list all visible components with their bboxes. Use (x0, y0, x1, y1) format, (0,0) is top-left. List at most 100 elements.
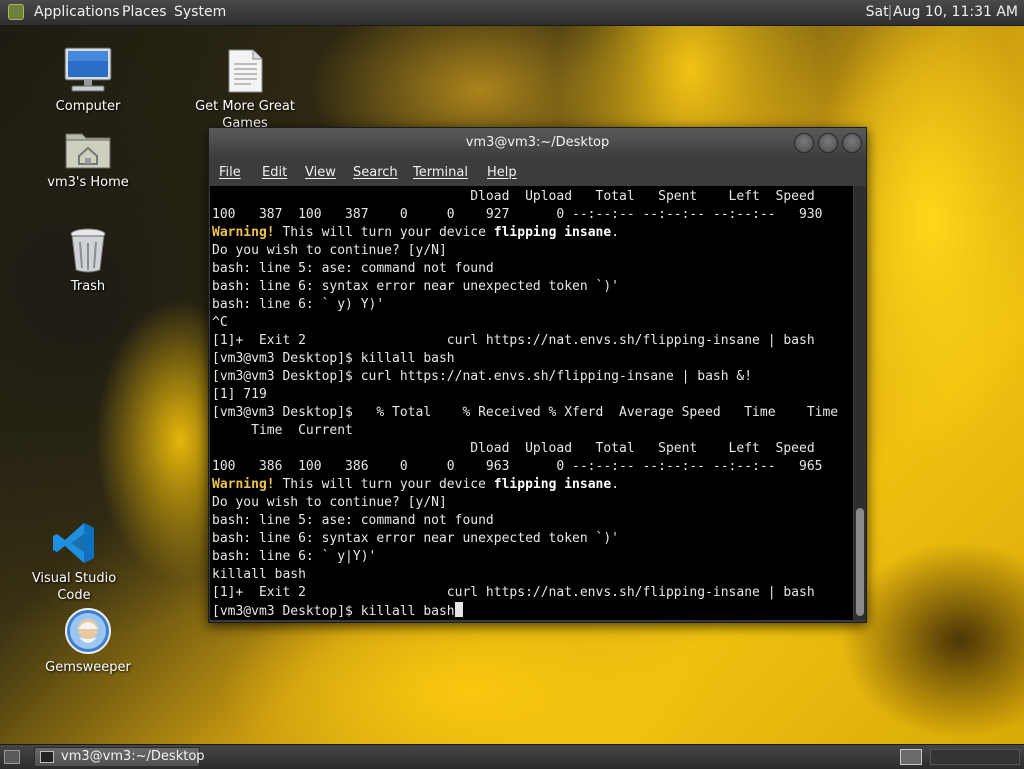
line-text: This will turn your device (274, 225, 494, 240)
terminal-line: bash: line 6: ` y) Y)' (212, 296, 838, 314)
terminal-line: [1]+ Exit 2 curl https://nat.envs.sh/fli… (212, 332, 838, 350)
line-text: [1] 719 (212, 387, 267, 402)
terminal-line: Time Current (212, 422, 838, 440)
terminal-line: bash: line 6: syntax error near unexpect… (212, 530, 838, 548)
line-text: 100 386 100 386 0 0 963 0 --:--:-- --:--… (212, 459, 823, 474)
desktop-icon-get-more-games[interactable]: Get More Great Games (189, 48, 301, 132)
desktop-icon-computer[interactable]: Computer (33, 46, 143, 115)
document-icon (228, 49, 263, 93)
taskbar-window-button[interactable]: vm3@vm3:~/Desktop (34, 747, 205, 767)
menu-places[interactable]: Places (122, 4, 167, 20)
terminal-line: Dload Upload Total Spent Left Speed (212, 440, 838, 458)
menu-view[interactable]: View (305, 165, 336, 180)
vscode-icon (53, 523, 94, 563)
home-folder-icon (65, 133, 111, 169)
line-text: This will turn your device (274, 477, 494, 492)
line-text: [vm3@vm3 Desktop]$ curl https://nat.envs… (212, 369, 753, 384)
close-button[interactable] (842, 133, 862, 153)
terminal-output[interactable]: Dload Upload Total Spent Left Speed 100 3… (210, 186, 853, 620)
line-text: bash: line 6: syntax error near unexpect… (212, 531, 619, 546)
terminal-line: [vm3@vm3 Desktop]$ killall bash (212, 602, 838, 620)
terminal-line: [vm3@vm3 Desktop]$ % Total % Received % … (212, 404, 838, 422)
bold-text: flipping insane (493, 477, 612, 492)
menu-system[interactable]: System (174, 4, 226, 20)
terminal-line: bash: line 5: ase: command not found (212, 260, 838, 278)
computer-icon (64, 47, 112, 92)
menu-search[interactable]: Search (353, 165, 398, 180)
terminal-window[interactable]: vm3@vm3:~/Desktop File Edit View Search … (208, 127, 867, 623)
show-desktop-icon[interactable] (4, 750, 20, 764)
scrollbar-thumb[interactable] (856, 508, 864, 616)
terminal-line: [1] 719 (212, 386, 838, 404)
terminal-scrollbar[interactable] (854, 186, 866, 620)
bottom-panel: vm3@vm3:~/Desktop (0, 744, 1024, 769)
terminal-line: Dload Upload Total Spent Left Speed (212, 188, 838, 206)
menu-terminal[interactable]: Terminal (413, 165, 468, 180)
line-text: Time Current (212, 423, 353, 438)
menu-help[interactable]: Help (487, 165, 517, 180)
text-cursor (454, 602, 463, 617)
terminal-titlebar[interactable]: vm3@vm3:~/Desktop (209, 128, 866, 159)
distro-logo-icon[interactable] (8, 4, 24, 20)
terminal-line: [vm3@vm3 Desktop]$ curl https://nat.envs… (212, 368, 838, 386)
terminal-line: 100 387 100 387 0 0 927 0 --:--:-- --:--… (212, 206, 838, 224)
menu-file[interactable]: File (219, 165, 241, 180)
warning-text: Warning! (212, 477, 275, 492)
line-text: Dload Upload Total Spent Left Speed (212, 189, 815, 204)
desktop-icon-label: Gemsweeper (45, 660, 131, 675)
line-text: . (611, 477, 620, 492)
desktop-icon-home[interactable]: vm3's Home (33, 128, 143, 191)
line-text: Dload Upload Total Spent Left Speed (212, 441, 815, 456)
line-text: [vm3@vm3 Desktop]$ killall bash (212, 604, 455, 619)
terminal-line: ^C (212, 314, 838, 332)
terminal-line: bash: line 6: syntax error near unexpect… (212, 278, 838, 296)
terminal-line: killall bash (212, 566, 838, 584)
terminal-line: Warning! This will turn your device flip… (212, 476, 838, 494)
terminal-line: Do you wish to continue? [y/N] (212, 494, 838, 512)
terminal-line: [vm3@vm3 Desktop]$ killall bash (212, 350, 838, 368)
desktop-icon-label: Computer (55, 99, 121, 114)
terminal-line: Do you wish to continue? [y/N] (212, 242, 838, 260)
desktop-icon-label: Trash (70, 279, 106, 294)
line-text: killall bash (212, 567, 306, 582)
workspace-switcher[interactable] (900, 749, 922, 765)
gemsweeper-icon (65, 608, 111, 654)
menu-applications[interactable]: Applications (34, 4, 120, 20)
workspace-area[interactable] (930, 749, 1020, 765)
window-title: vm3@vm3:~/Desktop (465, 135, 610, 150)
line-text: Do you wish to continue? [y/N] (212, 495, 447, 510)
line-text: bash: line 5: ase: command not found (212, 513, 494, 528)
line-text: bash: line 6: ` y) Y)' (212, 297, 385, 312)
line-text: [vm3@vm3 Desktop]$ killall bash (212, 351, 455, 366)
taskbar-window-label: vm3@vm3:~/Desktop (61, 749, 205, 764)
desktop-icon-vscode[interactable]: Visual Studio Code (19, 520, 129, 604)
desktop-icon-trash[interactable]: Trash (33, 226, 143, 295)
desktop-icon-label: vm3's Home (47, 175, 129, 190)
trash-icon (70, 228, 106, 273)
bold-text: flipping insane (493, 225, 612, 240)
line-text: Do you wish to continue? [y/N] (212, 243, 447, 258)
maximize-button[interactable] (818, 133, 838, 153)
line-text: [vm3@vm3 Desktop]$ % Total % Received % … (212, 405, 839, 420)
menu-edit[interactable]: Edit (262, 165, 287, 180)
line-text: ^C (212, 315, 228, 330)
terminal-lines: Dload Upload Total Spent Left Speed 100 3… (212, 188, 838, 620)
terminal-icon (40, 751, 54, 763)
terminal-line: [1]+ Exit 2 curl https://nat.envs.sh/fli… (212, 584, 838, 602)
line-text: [1]+ Exit 2 curl https://nat.envs.sh/fli… (212, 585, 815, 600)
terminal-line: 100 386 100 386 0 0 963 0 --:--:-- --:--… (212, 458, 838, 476)
minimize-button[interactable] (794, 133, 814, 153)
clock[interactable]: Sat Aug 10, 11:31 AM (866, 4, 1018, 20)
desktop-icon-label: Visual Studio Code (31, 571, 117, 603)
line-text: bash: line 5: ase: command not found (212, 261, 494, 276)
terminal-menubar: File Edit View Search Terminal Help (209, 159, 866, 186)
line-text: 100 387 100 387 0 0 927 0 --:--:-- --:--… (212, 207, 823, 222)
line-text: . (611, 225, 620, 240)
desktop-icon-gemsweeper[interactable]: Gemsweeper (33, 607, 143, 676)
terminal-line: bash: line 6: ` y|Y)' (212, 548, 838, 566)
line-text: bash: line 6: ` y|Y)' (212, 549, 377, 564)
terminal-line: Warning! This will turn your device flip… (212, 224, 838, 242)
line-text: bash: line 6: syntax error near unexpect… (212, 279, 619, 294)
top-panel: Applications Places System Sat Aug 10, 1… (0, 0, 1024, 26)
terminal-line: bash: line 5: ase: command not found (212, 512, 838, 530)
